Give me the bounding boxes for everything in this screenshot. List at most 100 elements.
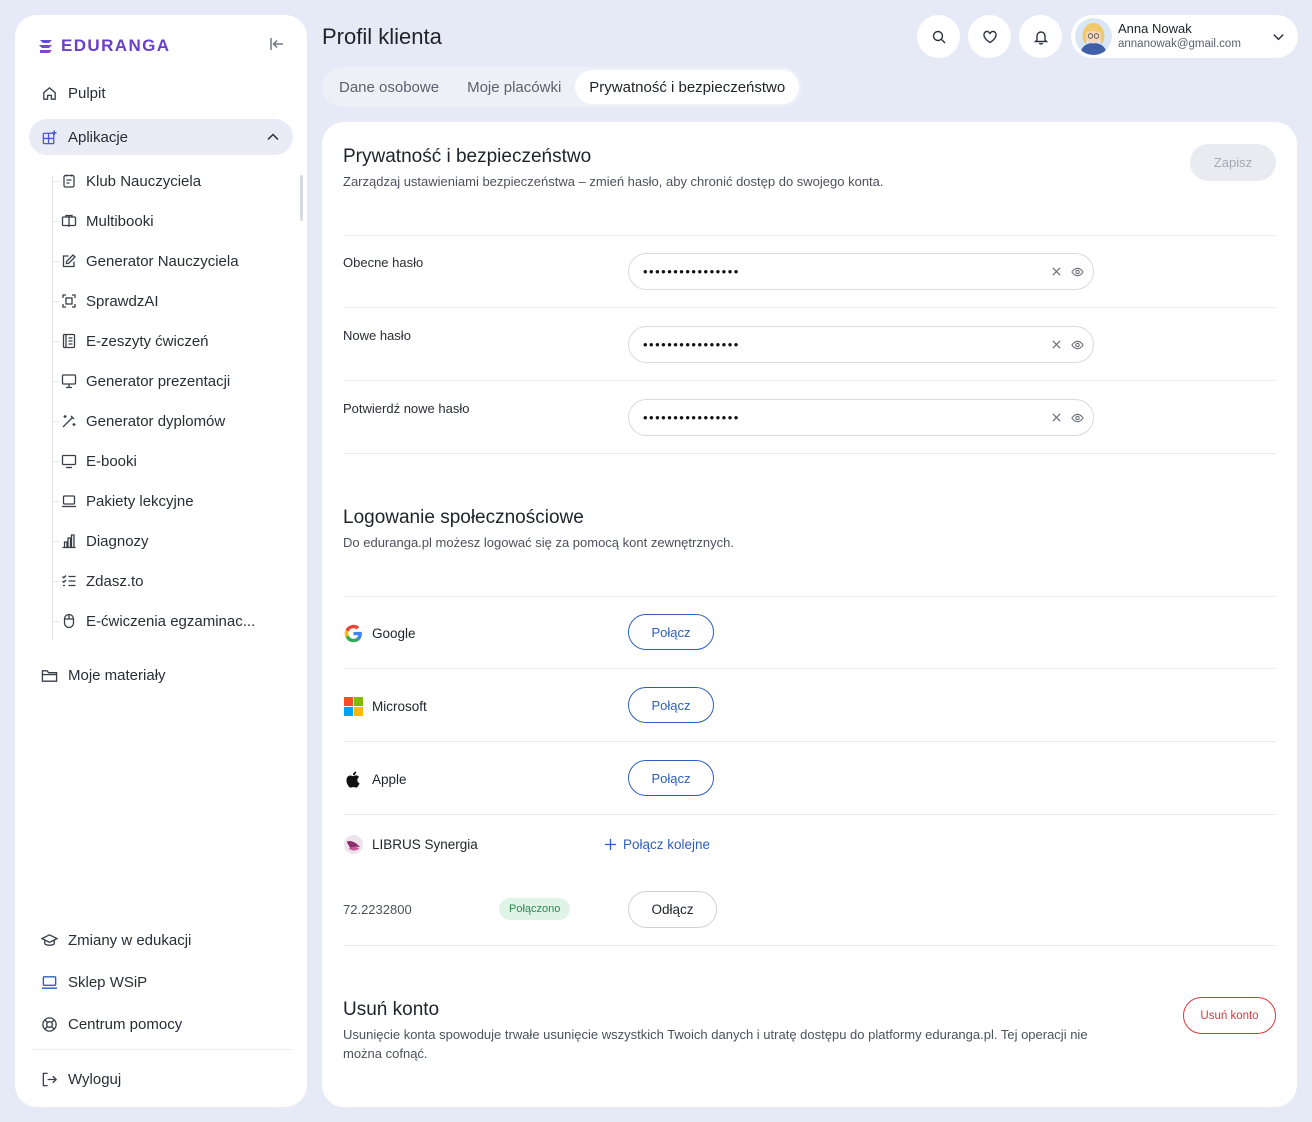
sidebar-item-sklep-wsip[interactable]: Sklep WSiP [29, 964, 293, 1000]
search-icon [931, 29, 947, 45]
sidebar-subitem-e-cwiczenia[interactable]: E-ćwiczenia egzaminac... [52, 606, 293, 636]
notifications-button[interactable] [1019, 15, 1062, 58]
sidebar-item-label: Centrum pomocy [68, 1015, 183, 1033]
sidebar: EDURANGA Pulpit Aplikacje Klub Nauczycie… [15, 15, 307, 1107]
settings-card: Prywatność i bezpieczeństwo Zarządzaj us… [322, 122, 1297, 1107]
monitor-icon [61, 453, 77, 469]
clear-icon[interactable] [1051, 412, 1062, 423]
confirm-password-input[interactable]: •••••••••••••••• [628, 399, 1094, 436]
presentation-icon [61, 373, 77, 389]
apple-icon [346, 770, 360, 788]
sidebar-item-label: Wyloguj [68, 1070, 122, 1088]
sidebar-subitem-multibooki[interactable]: Multibooki [52, 206, 293, 236]
lifebuoy-icon [41, 1016, 58, 1033]
provider-librus: LIBRUS Synergia [343, 832, 478, 856]
connect-more-link[interactable]: Połącz kolejne [604, 834, 710, 854]
scan-icon [61, 293, 77, 309]
sidebar-item-wyloguj[interactable]: Wyloguj [29, 1061, 293, 1097]
bar-chart-icon [61, 533, 77, 549]
profile-tabs: Dane osobowe Moje placówki Prywatność i … [322, 67, 803, 107]
sidebar-subitem-label: E-zeszyty ćwiczeń [86, 332, 209, 350]
edit-icon [61, 253, 77, 269]
microsoft-icon [344, 696, 363, 716]
magic-wand-icon [61, 413, 77, 429]
provider-name: Microsoft [372, 698, 427, 714]
sidebar-subitem-diagnozy[interactable]: Diagnozy [52, 526, 293, 556]
provider-apple: Apple [343, 767, 407, 791]
provider-name: Apple [372, 771, 407, 787]
sidebar-item-pulpit[interactable]: Pulpit [29, 75, 293, 111]
sidebar-subitem-label: E-booki [86, 452, 137, 470]
club-icon [61, 173, 77, 189]
submenu-tree-line [52, 175, 53, 641]
connect-apple-button[interactable]: Połącz [628, 760, 714, 796]
tab-dane-osobowe[interactable]: Dane osobowe [325, 70, 453, 104]
tab-moje-placowki[interactable]: Moje placówki [453, 70, 575, 104]
user-name: Anna Nowak [1118, 21, 1192, 36]
sidebar-subitem-label: Generator prezentacji [86, 372, 231, 390]
tab-prywatnosc[interactable]: Prywatność i bezpieczeństwo [575, 70, 800, 104]
bell-icon [1033, 29, 1049, 45]
search-button[interactable] [917, 15, 960, 58]
disconnect-button[interactable]: Odłącz [628, 891, 717, 928]
sidebar-subitem-sprawdzai[interactable]: SprawdzAI [52, 286, 293, 316]
page-title: Profil klienta [322, 24, 442, 49]
user-menu[interactable]: Anna Nowak annanowak@gmail.com [1071, 15, 1298, 58]
brand-logo[interactable]: EDURANGA [37, 35, 170, 57]
clear-icon[interactable] [1051, 339, 1062, 350]
sidebar-subitem-label: Multibooki [86, 212, 154, 230]
divider [343, 453, 1276, 454]
new-password-input[interactable]: •••••••••••••••• [628, 326, 1094, 363]
sidebar-subitem-e-booki[interactable]: E-booki [52, 446, 293, 476]
apps-icon [41, 129, 58, 146]
sidebar-subitem-zdasz-to[interactable]: Zdasz.to [52, 566, 293, 596]
sidebar-subitem-label: Zdasz.to [86, 572, 144, 590]
divider [343, 814, 1276, 815]
connect-google-button[interactable]: Połącz [628, 614, 714, 650]
connect-more-label: Połącz kolejne [623, 836, 711, 852]
sidebar-subitem-generator-nauczyciela[interactable]: Generator Nauczyciela [52, 246, 293, 276]
sidebar-item-label: Pulpit [68, 84, 106, 102]
eye-icon[interactable] [1071, 266, 1084, 278]
sidebar-subitem-klub-nauczyciela[interactable]: Klub Nauczyciela [52, 166, 293, 196]
sidebar-subitem-label: Generator dyplomów [86, 412, 226, 430]
sidebar-subitem-label: SprawdzAI [86, 292, 159, 310]
sidebar-subitem-generator-prezentacji[interactable]: Generator prezentacji [52, 366, 293, 396]
connect-microsoft-button[interactable]: Połącz [628, 687, 714, 723]
laptop-icon [61, 493, 77, 509]
current-password-label: Obecne hasło [343, 255, 424, 270]
mouse-icon [61, 613, 77, 629]
delete-account-title: Usuń konto [343, 999, 440, 1020]
collapse-sidebar-icon[interactable] [268, 35, 286, 53]
logout-icon [41, 1071, 58, 1088]
current-password-input[interactable]: •••••••••••••••• [628, 253, 1094, 290]
sidebar-subitem-pakiety-lekcyjne[interactable]: Pakiety lekcyjne [52, 486, 293, 516]
favorites-button[interactable] [968, 15, 1011, 58]
save-button[interactable]: Zapisz [1190, 144, 1276, 181]
delete-account-button[interactable]: Usuń konto [1183, 997, 1276, 1034]
sidebar-divider [33, 1049, 293, 1050]
chevron-up-icon[interactable] [265, 129, 281, 145]
social-login-description: Do eduranga.pl możesz logować się za pom… [343, 535, 734, 550]
eduranga-logo-icon [39, 40, 52, 53]
eye-icon[interactable] [1071, 412, 1084, 424]
sidebar-item-aplikacje[interactable]: Aplikacje [29, 119, 293, 155]
social-login-title: Logowanie społecznościowe [343, 507, 584, 528]
divider [343, 945, 1276, 946]
book-icon [61, 213, 77, 229]
sidebar-subitem-generator-dyplomow[interactable]: Generator dyplomów [52, 406, 293, 436]
password-value: •••••••••••••••• [643, 264, 740, 279]
brand-name: EDURANGA [61, 36, 171, 55]
sidebar-item-label: Sklep WSiP [68, 973, 148, 991]
eye-icon[interactable] [1071, 339, 1084, 351]
sidebar-item-moje-materialy[interactable]: Moje materiały [29, 657, 293, 693]
sidebar-item-centrum-pomocy[interactable]: Centrum pomocy [29, 1006, 293, 1042]
delete-account-description: Usunięcie konta spowoduje trwałe usunięc… [343, 1027, 1088, 1061]
confirm-password-label: Potwierdź nowe hasło [343, 401, 470, 416]
sidebar-item-zmiany-w-edukacji[interactable]: Zmiany w edukacji [29, 922, 293, 958]
submenu-scrollbar[interactable] [300, 175, 303, 221]
divider [343, 668, 1276, 669]
sidebar-subitem-e-zeszyty[interactable]: E-zeszyty ćwiczeń [52, 326, 293, 356]
provider-microsoft: Microsoft [343, 694, 427, 718]
clear-icon[interactable] [1051, 266, 1062, 277]
